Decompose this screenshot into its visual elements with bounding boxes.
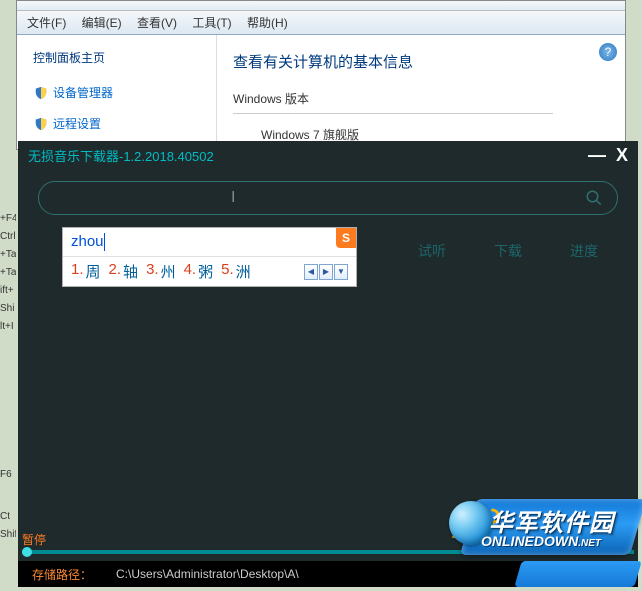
pause-label: 暂停 (18, 531, 638, 548)
text-cursor-icon: I (231, 189, 235, 207)
menu-tools[interactable]: 工具(T) (192, 16, 231, 30)
sogou-logo-icon: S (336, 228, 356, 248)
search-box[interactable]: I (38, 181, 618, 215)
download-button[interactable]: 下载 (494, 241, 522, 261)
sidebar-item-device-manager[interactable]: 设备管理器 (27, 84, 206, 101)
music-downloader-window: 无损音乐下载器-1.2.2018.40502 — X I 试听 下载 进度 zh… (18, 141, 638, 587)
close-button[interactable]: X (616, 145, 628, 166)
shield-icon (33, 85, 49, 101)
ime-prev-page-icon[interactable]: ◀ (304, 264, 318, 280)
section-label: Windows 版本 (233, 90, 609, 109)
control-panel-window: 文件(F) 编辑(E) 查看(V) 工具(T) 帮助(H) 控制面板主页 设备管… (16, 0, 626, 150)
menu-view[interactable]: 查看(V) (137, 16, 177, 30)
save-path-bar: 存储路径： C:\Users\Administrator\Desktop\A\ (18, 561, 638, 587)
ime-candidate-list: 1.周 2.轴 3.州 4.粥 5.洲 ◀ ▶ ▼ (63, 257, 356, 286)
ime-next-page-icon[interactable]: ▶ (319, 264, 333, 280)
menu-bar: 文件(F) 编辑(E) 查看(V) 工具(T) 帮助(H) (17, 11, 625, 35)
ime-candidate-2[interactable]: 2.轴 (109, 261, 139, 282)
progress-button[interactable]: 进度 (570, 241, 598, 261)
ime-candidate-5[interactable]: 5.洲 (221, 261, 251, 282)
save-path-value[interactable]: C:\Users\Administrator\Desktop\A\ (116, 567, 299, 581)
app-title: 无损音乐下载器-1.2.2018.40502 (28, 146, 214, 165)
menu-edit[interactable]: 编辑(E) (82, 16, 122, 30)
ime-candidate-panel: zhou S 1.周 2.轴 3.州 4.粥 5.洲 ◀ ▶ ▼ (62, 227, 357, 287)
save-path-label: 存储路径： (32, 566, 92, 583)
ime-input: zhou S (63, 228, 356, 257)
search-icon[interactable] (585, 189, 603, 207)
divider (233, 113, 553, 114)
help-icon[interactable]: ? (599, 43, 617, 61)
sidebar-title: 控制面板主页 (27, 49, 206, 66)
ime-dropdown-icon[interactable]: ▼ (334, 264, 348, 280)
ime-candidate-3[interactable]: 3.州 (146, 261, 176, 282)
shortcut-hints-fragment: +F4 Ctrl +Ta +Ta ift+ Shi lt+I F6 Ct Shi… (0, 210, 16, 544)
progress-slider[interactable] (22, 550, 634, 554)
ime-candidate-4[interactable]: 4.粥 (184, 261, 214, 282)
main-content: ? 查看有关计算机的基本信息 Windows 版本 Windows 7 旗舰版 (217, 35, 625, 147)
sidebar-item-label: 远程设置 (53, 115, 101, 132)
ime-candidate-1[interactable]: 1.周 (71, 261, 101, 282)
page-title: 查看有关计算机的基本信息 (233, 51, 609, 72)
shield-icon (33, 116, 49, 132)
player-bar: 暂停 (18, 531, 638, 559)
search-input[interactable] (53, 191, 585, 206)
menu-help[interactable]: 帮助(H) (247, 16, 288, 30)
app-titlebar[interactable]: 无损音乐下载器-1.2.2018.40502 — X (18, 141, 638, 169)
menu-file[interactable]: 文件(F) (27, 16, 66, 30)
sidebar-item-remote-settings[interactable]: 远程设置 (27, 115, 206, 132)
window-toolbar (17, 1, 625, 11)
sidebar-item-label: 设备管理器 (53, 84, 113, 101)
minimize-button[interactable]: — (588, 145, 604, 166)
action-row: 试听 下载 进度 (418, 241, 598, 261)
preview-button[interactable]: 试听 (418, 241, 446, 261)
sidebar: 控制面板主页 设备管理器 远程设置 (17, 35, 217, 147)
slider-thumb[interactable] (22, 547, 32, 557)
